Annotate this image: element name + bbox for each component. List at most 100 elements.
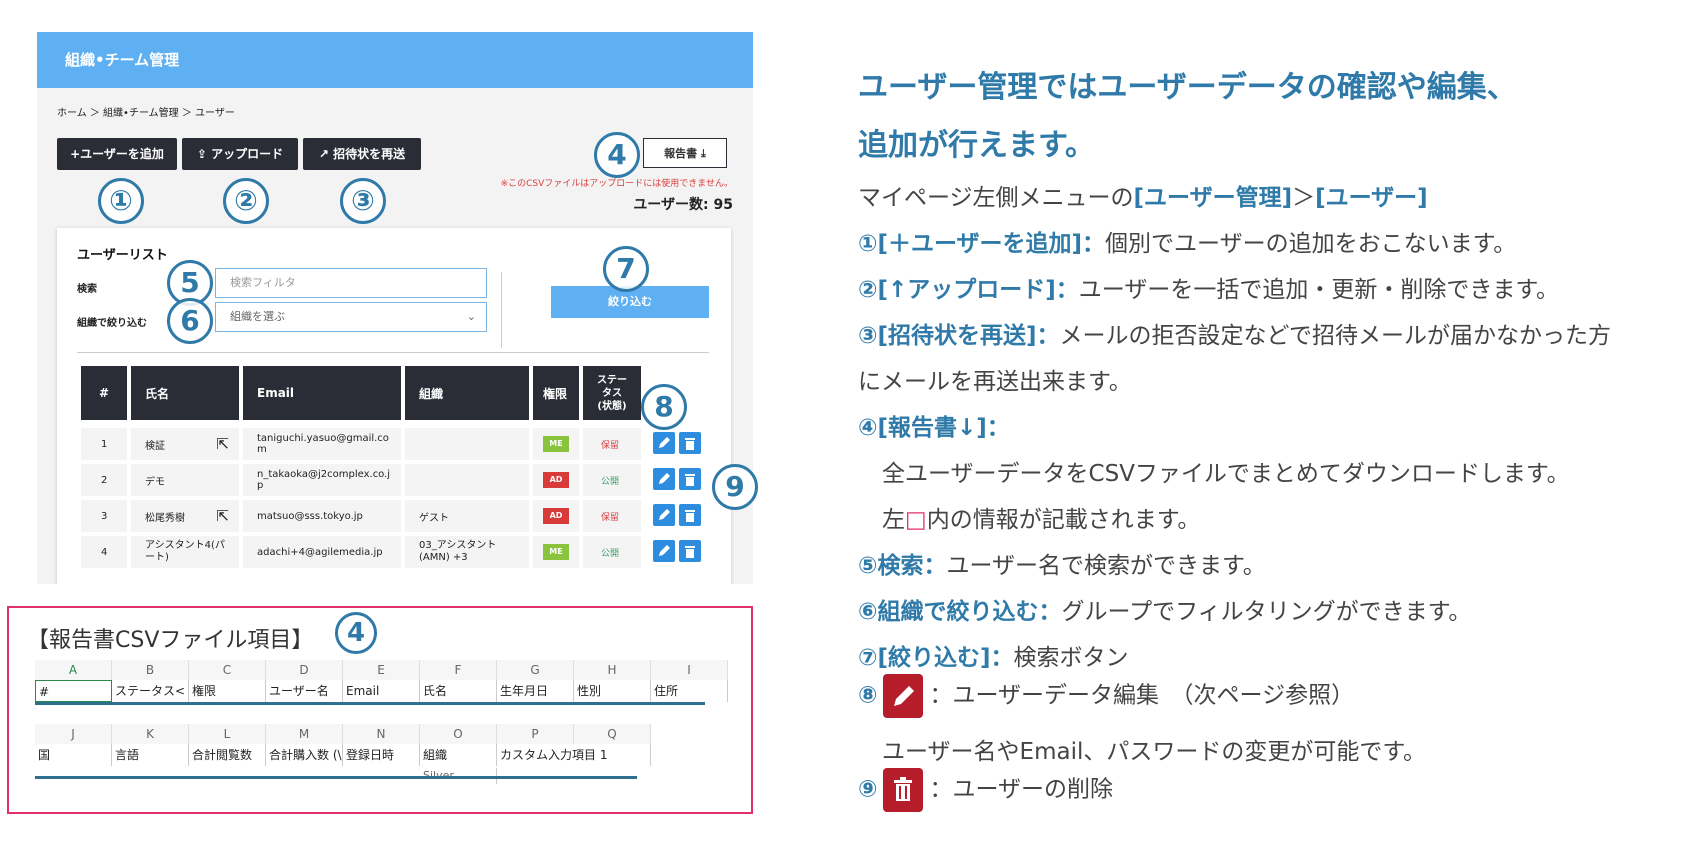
table-header-name: 氏名 (131, 366, 239, 420)
row-email: matsuo@sss.tokyo.jp (243, 500, 401, 532)
item-text: ：ユーザーデータ編集 （次ページ参照） (929, 682, 1355, 709)
marker-4: 4 (594, 132, 640, 178)
edit-button[interactable] (653, 432, 675, 454)
row-name-text: 検証 (145, 440, 165, 452)
highlight-line (35, 776, 637, 779)
row-num: 3 (81, 500, 127, 532)
csv-cell: カスタム入力項目 1 (497, 744, 651, 766)
csv-cell: 合計閲覧数 (189, 744, 266, 766)
row-email: adachi+4@agilemedia.jp (243, 536, 401, 568)
col-header: K (112, 724, 189, 744)
upload-icon: ⇪ (196, 147, 212, 161)
upload-button[interactable]: ⇪ アップロード (182, 138, 298, 170)
csv-cell: 権限 (189, 680, 266, 702)
trash-icon (685, 546, 695, 558)
row-org (405, 428, 529, 460)
role-badge: ME (543, 544, 569, 560)
csv-cell: 生年月日 (497, 680, 574, 702)
item-text: グループでフィルタリングができます。 (1061, 599, 1472, 625)
csv-cell: 国 (35, 744, 112, 766)
csv-cell: Email (343, 680, 420, 702)
user-list-title: ユーザーリスト (77, 248, 168, 263)
delete-button[interactable] (679, 504, 701, 526)
item-text: 左 (882, 507, 905, 533)
csv-cell: 登録日時 (343, 744, 420, 766)
item-3: ③[招待状を再送]：メールの拒否設定などで招待メールが届かなかった方 (858, 316, 1611, 350)
item-label: ⑧ (858, 682, 878, 709)
csv-cell: 言語 (112, 744, 189, 766)
item-4-text2: 左□内の情報が記載されます。 (882, 500, 1200, 534)
share-icon[interactable]: ⇱ (216, 435, 229, 453)
item-2: ②[↑アップロード]：ユーザーを一括で追加・更新・削除できます。 (858, 270, 1559, 304)
report-button[interactable]: 報告書 ⤓ (643, 138, 727, 168)
delete-button[interactable] (679, 540, 701, 562)
col-header: G (497, 660, 574, 680)
col-header: Q (574, 724, 651, 744)
status-text: 保留 (601, 441, 620, 451)
divider (77, 352, 709, 353)
marker-2: ② (223, 178, 269, 224)
col-header: B (112, 660, 189, 680)
add-user-button[interactable]: +ユーザーを追加 (57, 138, 177, 170)
col-header: L (189, 724, 266, 744)
page-header: 組織•チーム管理 (37, 32, 753, 88)
marker-9: 9 (712, 464, 758, 510)
item-text: ：ユーザーの削除 (929, 776, 1114, 803)
item-8: ⑧ ：ユーザーデータ編集 （次ページ参照） (858, 674, 1354, 718)
row-name: デモ (131, 464, 239, 496)
status-text: 公開 (601, 549, 620, 559)
item-4-text: 全ユーザーデータをCSVファイルでまとめてダウンロードします。 (882, 461, 1570, 487)
row-org: 03_アシスタント(AMN) +3 (405, 536, 529, 568)
csv-cell: 氏名 (420, 680, 497, 702)
item-label: ⑦[絞り込む]： (858, 645, 1014, 671)
divider (501, 272, 502, 348)
edit-button[interactable] (653, 504, 675, 526)
resend-invite-button[interactable]: ↗ 招待状を再送 (303, 138, 421, 170)
menu-path-item: [ユーザー] (1315, 185, 1428, 211)
status-header-line: タス (602, 387, 622, 399)
item-label: ④[報告書↓]： (858, 415, 1010, 441)
item-3-cont: にメールを再送出来ます。 (858, 369, 1132, 395)
item-label: ③[招待状を再送]： (858, 323, 1060, 349)
csv-cell: # (35, 680, 112, 702)
row-email: taniguchi.yasuo@gmail.com (243, 428, 401, 460)
main-heading-2: 追加が行えます。 (858, 128, 1095, 163)
pencil-icon (659, 437, 670, 448)
breadcrumb[interactable]: ホーム ＞ 組織•チーム管理 ＞ ユーザー (57, 104, 235, 119)
share-icon: ↗ (318, 147, 334, 161)
col-header: H (574, 660, 651, 680)
org-select[interactable]: 組織を選ぶ ⌄ (215, 302, 487, 332)
role-badge: AD (543, 508, 569, 524)
item-1: ①[＋ユーザーを追加]：個別でユーザーの追加をおこないます。 (858, 224, 1516, 258)
row-name: 検証 ⇱ (131, 428, 239, 460)
item-5: ⑤検索：ユーザー名で検索ができます。 (858, 546, 1266, 580)
table-header-org: 組織 (405, 366, 529, 420)
chevron-down-icon: ⌄ (466, 310, 476, 323)
delete-button[interactable] (679, 432, 701, 454)
marker-7: 7 (603, 246, 649, 292)
edit-button[interactable] (653, 540, 675, 562)
col-header: C (189, 660, 266, 680)
row-org (405, 464, 529, 496)
delete-button[interactable] (679, 468, 701, 490)
status-text: 公開 (601, 477, 620, 487)
status-text: 保留 (601, 513, 620, 523)
csv-cell: 合計購入数 (\ (266, 744, 343, 766)
edit-button[interactable] (653, 468, 675, 490)
share-icon[interactable]: ⇱ (216, 507, 229, 525)
search-input[interactable]: 検索フィルタ (215, 268, 487, 298)
csv-cell: ステータス< (112, 680, 189, 702)
upload-label: アップロード (211, 147, 284, 161)
item-text: 内の情報が記載されます。 (926, 507, 1201, 533)
item-text: ユーザー名で検索ができます。 (946, 553, 1266, 579)
csv-title: 【報告書CSVファイル項目】 (27, 628, 314, 653)
item-7: ⑦[絞り込む]：検索ボタン (858, 638, 1129, 672)
table-header-role: 権限 (533, 366, 579, 420)
csv-cell: 住所 (651, 680, 728, 702)
row-num: 4 (81, 536, 127, 568)
item-label: ⑤検索： (858, 553, 947, 579)
role-badge: ME (543, 436, 569, 452)
pencil-icon (883, 674, 924, 718)
menu-path-item: [ユーザー管理] (1133, 185, 1293, 211)
pencil-icon (659, 509, 670, 520)
